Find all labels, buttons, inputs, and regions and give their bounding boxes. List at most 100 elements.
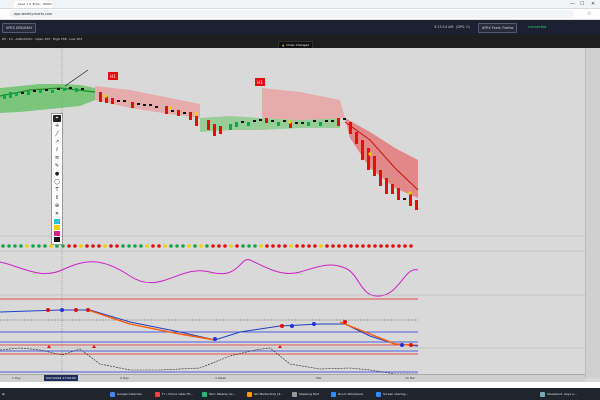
trend-dot xyxy=(109,244,113,248)
taskbar-item[interactable]: Cleveland: Cays a… xyxy=(540,389,598,399)
right-scale-panel[interactable] xyxy=(585,48,600,378)
trend-dot xyxy=(121,244,125,248)
taskbar-item-label: Fl • Home rates Th… xyxy=(162,392,194,396)
trend-dot xyxy=(259,244,263,248)
channel-tool-icon[interactable]: ⫽ xyxy=(53,147,61,154)
line-tool-icon[interactable]: ╱ xyxy=(53,131,61,138)
trend-dot xyxy=(151,244,155,248)
zoom-icon xyxy=(331,391,336,397)
taskbar-item[interactable]: GD Media Prop (2… xyxy=(247,389,287,399)
trend-dot xyxy=(385,244,389,248)
trend-dot xyxy=(97,244,101,248)
price-tag-2: H1 xyxy=(255,78,265,86)
osc2-line xyxy=(0,347,418,375)
trend-dot xyxy=(331,244,335,248)
measure-tool-icon[interactable]: ⇕ xyxy=(53,195,61,202)
trend-dot xyxy=(85,244,89,248)
taskbar-item[interactable]: Taxi: Weekly Lis… xyxy=(202,389,242,399)
trend-dot xyxy=(205,244,209,248)
fib-tool-icon[interactable]: ≡ xyxy=(53,155,61,162)
taskbar-item[interactable]: Fl • Home rates Th… xyxy=(155,389,197,399)
trend-dot xyxy=(343,244,347,248)
trend-dot xyxy=(13,244,17,248)
trend-dot xyxy=(301,244,305,248)
taskbar-item[interactable]: Screen sharing… xyxy=(376,389,416,399)
trend-dot xyxy=(43,244,47,248)
taskbar-item-label: Zoom Workplace xyxy=(338,392,364,396)
trend-dot xyxy=(127,244,131,248)
feed-button[interactable]: APEX Feed: Firefox xyxy=(478,23,518,33)
trash-tool-icon[interactable]: ✕ xyxy=(53,211,61,218)
price-tag-1: H1 xyxy=(108,72,118,80)
trend-dot xyxy=(391,244,395,248)
current-time-marker: 04/7/2024 17:00:03 xyxy=(44,375,78,381)
browser-tab[interactable]: Apex 1.0 Tools – Watch… xyxy=(14,1,52,8)
trend-dot xyxy=(199,244,203,248)
trend-dot xyxy=(349,244,353,248)
trend-dot xyxy=(271,244,275,248)
maximize-icon[interactable]: ☐ xyxy=(580,0,584,8)
taskbar-item-label: Google Calendar xyxy=(117,392,143,396)
trend-dot xyxy=(79,244,83,248)
trend-dot xyxy=(157,244,161,248)
trend-dot xyxy=(319,244,323,248)
time-label: 1 Day xyxy=(12,376,21,380)
trend-dot xyxy=(7,244,11,248)
taskbar-item-label: Taxi: Weekly Lis… xyxy=(209,392,236,396)
taskbar-item-label: GD Media Prop (2… xyxy=(254,392,284,396)
warning-icon: ▲ xyxy=(282,43,285,47)
trend-dot xyxy=(133,244,137,248)
cursor-tool-icon[interactable]: ⌖ xyxy=(53,115,61,122)
trend-dot xyxy=(373,244,377,248)
brush-tool-icon[interactable]: ✎ xyxy=(53,163,61,170)
trend-dot xyxy=(181,244,185,248)
taskbar-item[interactable]: Zoom Workplace xyxy=(331,389,371,399)
color-swatch-magenta[interactable] xyxy=(54,231,60,236)
drawing-tools-palette: ⌖ ✛ ╱ ↗ ⫽ ≡ ✎ ● ◯ T ⇕ ⊕ ✕ xyxy=(51,113,63,245)
start-icon[interactable]: ⊞ xyxy=(2,389,22,399)
shape-tool-icon[interactable]: ◯ xyxy=(53,179,61,186)
trend-dot xyxy=(145,244,149,248)
trend-dot xyxy=(169,244,173,248)
trend-dot xyxy=(31,244,35,248)
strategy-button[interactable]: APEX DREAMAY xyxy=(2,23,37,33)
trend-dot xyxy=(115,244,119,248)
color-swatch-black[interactable] xyxy=(54,237,60,242)
color-swatch-cyan[interactable] xyxy=(54,219,60,224)
price-tag-1-label: H1 xyxy=(110,74,116,79)
browser-tab-bar: Apex 1.0 Tools – Watch… — ☐ ✕ xyxy=(0,0,600,9)
macd-line xyxy=(87,309,411,346)
connection-status: Connected xyxy=(528,25,547,29)
sheet-icon xyxy=(202,391,207,397)
url-field[interactable]: app.weeklycharts.com xyxy=(10,10,574,18)
dot-tool-icon[interactable]: ● xyxy=(53,171,61,178)
taskbar-item[interactable]: Google Calendar xyxy=(110,389,150,399)
trend-dot xyxy=(277,244,281,248)
ray-tool-icon[interactable]: ↗ xyxy=(53,139,61,146)
price-chart[interactable]: H1 H1 xyxy=(0,48,585,378)
trend-dot xyxy=(295,244,299,248)
time-label: 10 Mar xyxy=(405,376,416,380)
bookmark-star-icon[interactable]: ☆ xyxy=(587,9,592,19)
trend-dot xyxy=(163,244,167,248)
text-tool-icon[interactable]: T xyxy=(53,187,61,194)
taskbar-item[interactable]: Skipping Text xyxy=(292,389,326,399)
trend-dot xyxy=(73,244,77,248)
trend-dot xyxy=(361,244,365,248)
minimize-icon[interactable]: — xyxy=(570,0,575,8)
trend-dot xyxy=(379,244,383,248)
price-tag-2-label: H1 xyxy=(257,80,263,85)
trend-dot xyxy=(229,244,233,248)
close-icon[interactable]: ✕ xyxy=(591,0,595,8)
trend-dot xyxy=(265,244,269,248)
trend-dot xyxy=(247,244,251,248)
color-swatch-yellow[interactable] xyxy=(54,225,60,230)
trend-dot xyxy=(175,244,179,248)
zoom-tool-icon[interactable]: ⊕ xyxy=(53,203,61,210)
trend-dot xyxy=(409,244,413,248)
trend-dot xyxy=(25,244,29,248)
app-header: APEX DREAMAY 3:13:14 AM (DPS: 0) APEX Fe… xyxy=(0,20,600,35)
trend-dot xyxy=(223,244,227,248)
weather-icon xyxy=(540,391,545,397)
crosshair-tool-icon[interactable]: ✛ xyxy=(53,123,61,130)
